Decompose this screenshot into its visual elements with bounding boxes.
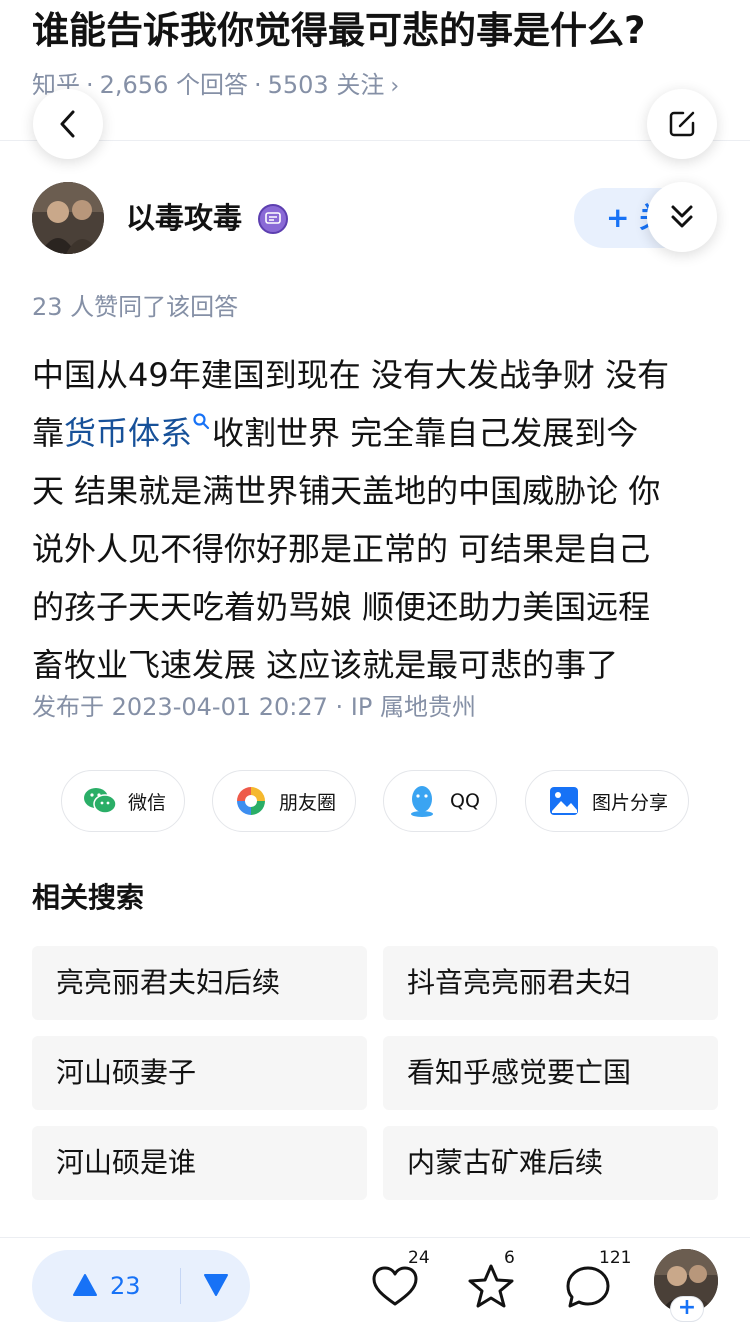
share-moments-button[interactable]: 朋友圈 bbox=[212, 770, 356, 832]
upvote-icon[interactable] bbox=[72, 1273, 98, 1297]
share-qq-label: QQ bbox=[450, 790, 480, 812]
qq-icon bbox=[404, 783, 440, 819]
header-divider bbox=[0, 140, 750, 141]
creator-badge-icon bbox=[258, 204, 288, 234]
edit-button[interactable] bbox=[647, 89, 717, 159]
like-count: 24 bbox=[408, 1248, 430, 1268]
publish-info: 发布于 2023-04-01 20:27 · IP 属地贵州 bbox=[32, 693, 476, 721]
vote-separator bbox=[180, 1268, 181, 1304]
answers-count: 2,656 个回答 bbox=[99, 71, 248, 99]
followers-count: 5503 关注 bbox=[267, 71, 385, 99]
chevron-right-icon: › bbox=[390, 74, 400, 99]
share-image-button[interactable]: 图片分享 bbox=[525, 770, 689, 832]
related-search-item[interactable]: 内蒙古矿难后续 bbox=[383, 1126, 718, 1200]
answer-text: 中国从49年建国到现在 没有大发战争财 没有 bbox=[32, 356, 670, 394]
answer-text: 的孩子天天吃着奶骂娘 顺便还助力美国远程 bbox=[32, 588, 651, 626]
answer-content: 中国从49年建国到现在 没有大发战争财 没有 靠货币体系 收割世界 完全靠自己发展… bbox=[32, 346, 722, 694]
share-moments-label: 朋友圈 bbox=[279, 791, 337, 814]
moments-icon bbox=[233, 783, 269, 819]
keyword-link[interactable]: 货币体系 bbox=[64, 414, 192, 452]
favorite-count: 6 bbox=[504, 1248, 515, 1268]
share-image-label: 图片分享 bbox=[592, 791, 669, 814]
answer-text: 天 结果就是满世界铺天盖地的中国威胁论 你 bbox=[32, 472, 661, 510]
author-avatar[interactable] bbox=[32, 182, 104, 254]
share-qq-button[interactable]: QQ bbox=[383, 770, 497, 832]
add-follow-badge[interactable]: + bbox=[670, 1296, 704, 1322]
answer-line: 中国从49年建国到现在 没有大发战争财 没有 bbox=[32, 346, 722, 404]
double-chevron-down-icon bbox=[671, 205, 693, 228]
search-icon[interactable] bbox=[192, 412, 210, 430]
image-share-icon bbox=[546, 783, 582, 819]
author-name[interactable]: 以毒攻毒 bbox=[126, 198, 242, 238]
related-search-item[interactable]: 河山硕是谁 bbox=[32, 1126, 367, 1200]
question-title[interactable]: 谁能告诉我你觉得最可悲的事是什么? bbox=[32, 8, 722, 54]
back-arrow-icon bbox=[60, 110, 75, 138]
related-search-item[interactable]: 看知乎感觉要亡国 bbox=[383, 1036, 718, 1110]
related-search-item[interactable]: 河山硕妻子 bbox=[32, 1036, 367, 1110]
meta-separator: · bbox=[253, 71, 262, 99]
comment-count: 121 bbox=[599, 1248, 632, 1268]
answer-line: 的孩子天天吃着奶骂娘 顺便还助力美国远程 bbox=[32, 578, 722, 636]
answer-text: 说外人见不得你好那是正常的 可结果是自己 bbox=[32, 530, 651, 568]
downvote-icon[interactable] bbox=[203, 1273, 229, 1297]
related-search-title: 相关搜索 bbox=[32, 881, 145, 914]
related-search-item[interactable]: 亮亮丽君夫妇后续 bbox=[32, 946, 367, 1020]
vote-summary: 23 人赞同了该回答 bbox=[32, 293, 239, 321]
answer-line: 说外人见不得你好那是正常的 可结果是自己 bbox=[32, 520, 722, 578]
answer-text: 靠 bbox=[32, 414, 65, 452]
answer-text: 收割世界 完全靠自己发展到今 bbox=[212, 414, 639, 452]
back-button[interactable] bbox=[33, 89, 103, 159]
answer-line: 畜牧业飞速发展 这应该就是最可悲的事了 bbox=[32, 636, 722, 694]
upvote-count[interactable]: 23 bbox=[110, 1268, 141, 1304]
share-wechat-button[interactable]: 微信 bbox=[61, 770, 185, 832]
wechat-icon bbox=[82, 783, 118, 819]
answer-text: 畜牧业飞速发展 这应该就是最可悲的事了 bbox=[32, 646, 619, 684]
answer-line: 天 结果就是满世界铺天盖地的中国威胁论 你 bbox=[32, 462, 722, 520]
share-wechat-label: 微信 bbox=[128, 791, 167, 814]
answer-line: 靠货币体系 收割世界 完全靠自己发展到今 bbox=[32, 404, 722, 462]
edit-icon bbox=[669, 111, 695, 137]
related-search-item[interactable]: 抖音亮亮丽君夫妇 bbox=[383, 946, 718, 1020]
collapse-button[interactable] bbox=[647, 182, 717, 252]
